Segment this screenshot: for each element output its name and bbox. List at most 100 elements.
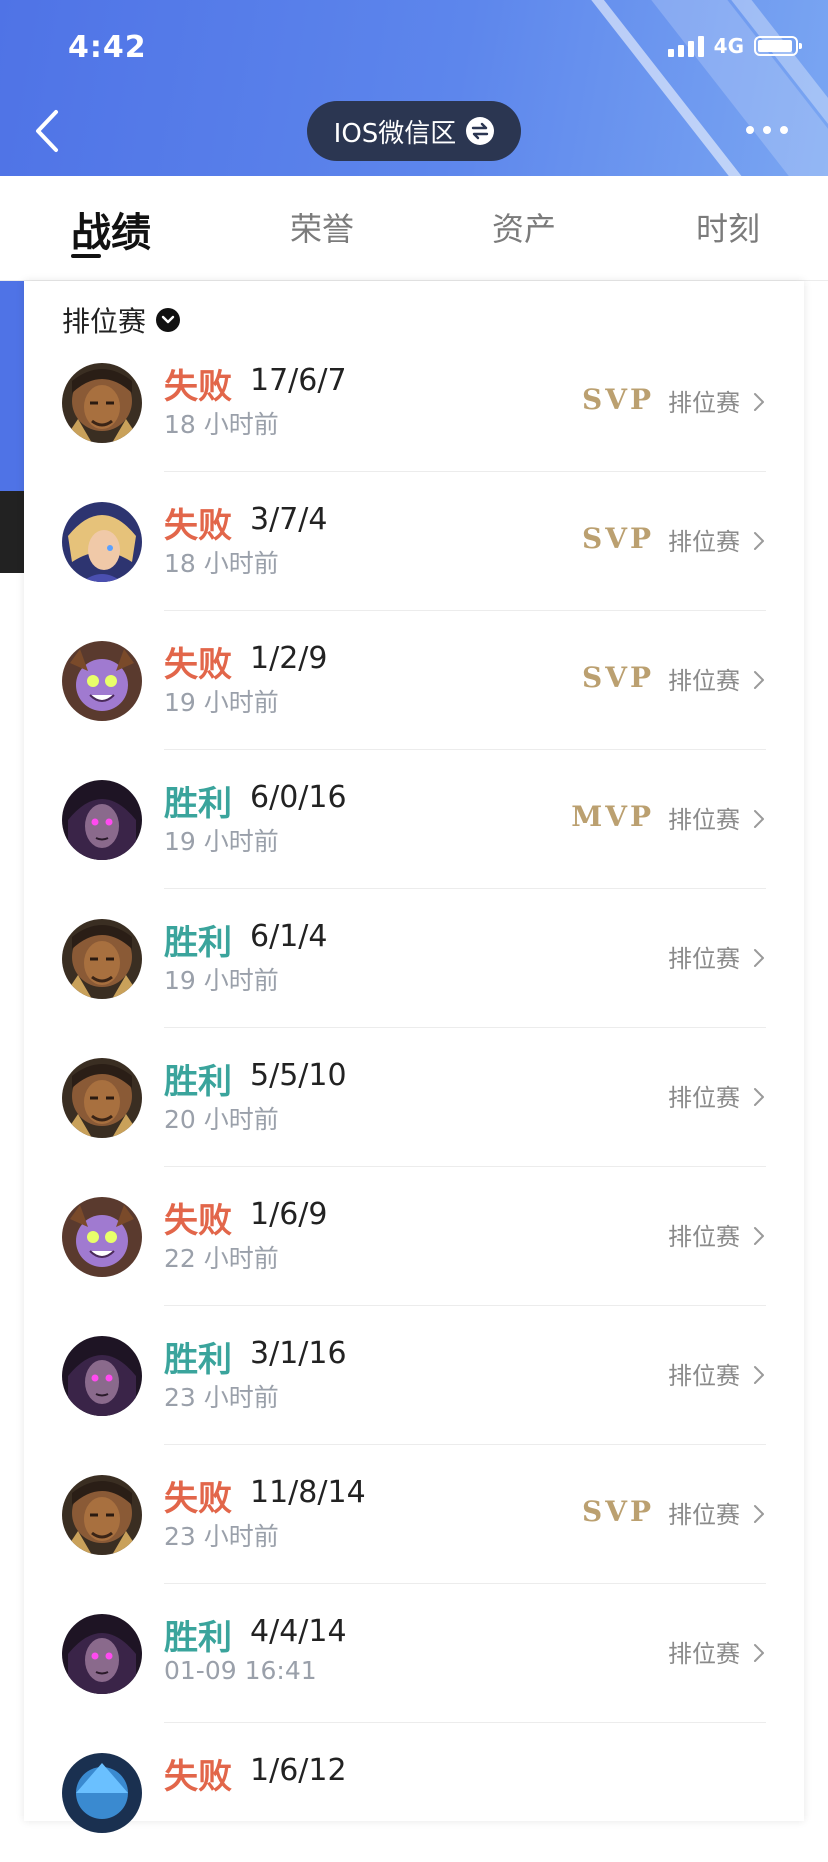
match-time: 18 小时前 bbox=[164, 410, 279, 439]
chevron-right-icon bbox=[754, 671, 764, 689]
match-result: 胜利 bbox=[164, 1618, 232, 1658]
match-time: 19 小时前 bbox=[164, 827, 279, 856]
match-kda: 17/6/7 bbox=[250, 363, 347, 398]
status-indicators: 4G bbox=[667, 34, 802, 58]
more-icon-dot bbox=[763, 126, 771, 134]
side-decoration bbox=[0, 491, 24, 573]
tab-moments[interactable]: 时刻 bbox=[696, 204, 760, 250]
svp-badge: SVP bbox=[582, 383, 654, 416]
hero-avatar bbox=[62, 641, 142, 721]
match-row[interactable]: 失败 1/6/12 bbox=[24, 1723, 804, 1862]
match-result: 失败 bbox=[164, 1201, 232, 1241]
chevron-right-icon bbox=[754, 1366, 764, 1384]
hero-avatar bbox=[62, 502, 142, 582]
match-kda: 1/6/12 bbox=[250, 1753, 347, 1788]
tab-honor[interactable]: 荣誉 bbox=[290, 204, 354, 250]
match-row[interactable]: 胜利 5/5/10 20 小时前 排位赛 bbox=[24, 1028, 804, 1167]
match-result: 失败 bbox=[164, 506, 232, 546]
hero-avatar bbox=[62, 1058, 142, 1138]
svp-badge: SVP bbox=[582, 1495, 654, 1528]
chevron-right-icon bbox=[754, 810, 764, 828]
match-kda: 1/2/9 bbox=[250, 641, 328, 676]
match-result: 失败 bbox=[164, 645, 232, 685]
chevron-right-icon bbox=[754, 1227, 764, 1245]
match-mode: 排位赛 bbox=[668, 667, 740, 695]
match-row[interactable]: 胜利 6/0/16 19 小时前 MVP 排位赛 bbox=[24, 750, 804, 889]
server-name: IOS微信区 bbox=[333, 118, 457, 149]
match-mode: 排位赛 bbox=[668, 1223, 740, 1251]
match-mode: 排位赛 bbox=[668, 1084, 740, 1112]
chevron-right-icon bbox=[754, 532, 764, 550]
match-row[interactable]: 失败 3/7/4 18 小时前 SVP 排位赛 bbox=[24, 472, 804, 611]
active-tab-indicator bbox=[71, 254, 101, 258]
match-mode: 排位赛 bbox=[668, 528, 740, 556]
match-time: 23 小时前 bbox=[164, 1522, 279, 1551]
swap-icon bbox=[466, 117, 495, 145]
hero-avatar bbox=[62, 919, 142, 999]
match-time: 20 小时前 bbox=[164, 1105, 279, 1134]
side-decoration bbox=[0, 281, 24, 491]
hero-avatar bbox=[62, 780, 142, 860]
status-time: 4:42 bbox=[68, 30, 147, 65]
hero-avatar bbox=[62, 1197, 142, 1277]
match-mode: 排位赛 bbox=[668, 945, 740, 973]
match-result: 胜利 bbox=[164, 1340, 232, 1380]
match-kda: 11/8/14 bbox=[250, 1475, 366, 1510]
svp-badge: SVP bbox=[582, 522, 654, 555]
match-time: 01-09 16:41 bbox=[164, 1656, 317, 1685]
more-icon bbox=[746, 126, 754, 134]
match-time: 22 小时前 bbox=[164, 1244, 279, 1273]
match-mode: 排位赛 bbox=[668, 1501, 740, 1529]
match-time: 23 小时前 bbox=[164, 1383, 279, 1412]
match-kda: 5/5/10 bbox=[250, 1058, 347, 1093]
match-mode: 排位赛 bbox=[668, 389, 740, 417]
chevron-right-icon bbox=[754, 1505, 764, 1523]
match-time: 18 小时前 bbox=[164, 549, 279, 578]
match-row[interactable]: 失败 11/8/14 23 小时前 SVP 排位赛 bbox=[24, 1445, 804, 1584]
header: 4:42 4G IOS微信区 bbox=[0, 0, 828, 176]
network-type: 4G bbox=[713, 34, 744, 58]
chevron-right-icon bbox=[754, 1088, 764, 1106]
match-row[interactable]: 胜利 3/1/16 23 小时前 排位赛 bbox=[24, 1306, 804, 1445]
tab-records[interactable]: 战绩 bbox=[71, 200, 151, 258]
match-result: 胜利 bbox=[164, 784, 232, 824]
svp-badge: SVP bbox=[582, 661, 654, 694]
hero-avatar bbox=[62, 363, 142, 443]
header-decoration bbox=[620, 0, 828, 176]
match-row[interactable]: 失败 1/2/9 19 小时前 SVP 排位赛 bbox=[24, 611, 804, 750]
hero-avatar bbox=[62, 1475, 142, 1555]
match-kda: 1/6/9 bbox=[250, 1197, 328, 1232]
chevron-right-icon bbox=[754, 1644, 764, 1662]
hero-avatar bbox=[62, 1614, 142, 1694]
match-result: 胜利 bbox=[164, 923, 232, 963]
mvp-badge: MVP bbox=[571, 800, 654, 833]
match-kda: 6/0/16 bbox=[250, 780, 347, 815]
chevron-right-icon bbox=[754, 949, 764, 967]
match-time: 19 小时前 bbox=[164, 966, 279, 995]
match-row[interactable]: 失败 17/6/7 18 小时前 SVP 排位赛 bbox=[24, 333, 804, 472]
back-icon bbox=[36, 110, 58, 152]
more-button[interactable] bbox=[746, 126, 788, 134]
more-icon-dot bbox=[780, 126, 788, 134]
match-mode: 排位赛 bbox=[668, 1640, 740, 1668]
back-button[interactable] bbox=[30, 108, 66, 154]
dropdown-icon bbox=[156, 308, 181, 332]
hero-avatar bbox=[62, 1753, 142, 1833]
match-mode: 排位赛 bbox=[668, 806, 740, 834]
match-kda: 6/1/4 bbox=[250, 919, 328, 954]
match-result: 胜利 bbox=[164, 1062, 232, 1102]
match-row[interactable]: 失败 1/6/9 22 小时前 排位赛 bbox=[24, 1167, 804, 1306]
match-kda: 4/4/14 bbox=[250, 1614, 347, 1649]
match-row[interactable]: 胜利 4/4/14 01-09 16:41 排位赛 bbox=[24, 1584, 804, 1723]
battery-icon bbox=[754, 36, 802, 56]
match-time: 19 小时前 bbox=[164, 688, 279, 717]
match-kda: 3/7/4 bbox=[250, 502, 328, 537]
match-mode: 排位赛 bbox=[668, 1362, 740, 1390]
match-kda: 3/1/16 bbox=[250, 1336, 347, 1371]
server-switch-button[interactable]: IOS微信区 bbox=[307, 101, 521, 161]
chevron-right-icon bbox=[754, 393, 764, 411]
match-row[interactable]: 胜利 6/1/4 19 小时前 排位赛 bbox=[24, 889, 804, 1028]
tab-assets[interactable]: 资产 bbox=[492, 204, 556, 250]
match-result: 失败 bbox=[164, 367, 232, 407]
match-result: 失败 bbox=[164, 1757, 232, 1797]
